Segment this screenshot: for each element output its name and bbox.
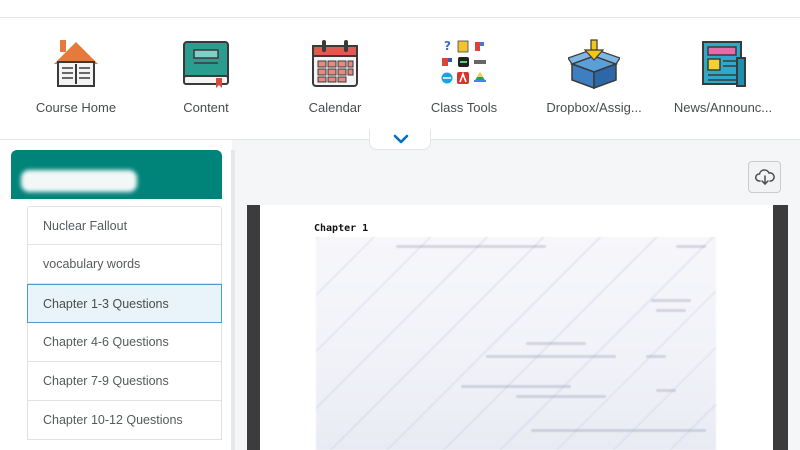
panel-resize-handle[interactable]	[231, 150, 235, 450]
nav-dropbox[interactable]: Dropbox/Assig...	[529, 38, 659, 138]
cloud-download-icon	[755, 169, 775, 185]
content-book-icon	[183, 41, 229, 88]
course-name-redacted	[21, 170, 137, 192]
page-heading: Chapter 1	[314, 223, 369, 234]
download-button[interactable]	[748, 161, 781, 193]
chevron-down-icon	[393, 134, 409, 144]
document-page: Chapter 1	[260, 205, 773, 450]
calendar-icon	[312, 40, 358, 87]
svg-text:?: ?	[444, 39, 451, 53]
table-of-contents: Nuclear Fallout vocabulary words Chapter…	[27, 206, 222, 440]
nav-label: News/Announc...	[673, 100, 773, 115]
course-home-icon	[54, 40, 98, 87]
course-navbar: Course Home Content Calendar ? Class Too…	[0, 18, 800, 140]
page-scan-image	[316, 237, 716, 450]
nav-news[interactable]: News/Announc...	[658, 38, 788, 138]
toc-item-chapter-7-9-questions[interactable]: Chapter 7-9 Questions	[27, 362, 222, 401]
nav-class-tools[interactable]: ? Class Tools	[399, 38, 529, 138]
nav-label: Class Tools	[430, 100, 498, 115]
nav-calendar[interactable]: Calendar	[270, 38, 400, 138]
nav-label: Content	[183, 100, 229, 115]
top-bar	[0, 0, 800, 18]
nav-course-home[interactable]: Course Home	[11, 38, 141, 138]
toc-item-chapter-10-12-questions[interactable]: Chapter 10-12 Questions	[27, 401, 222, 440]
toc-item-nuclear-fallout[interactable]: Nuclear Fallout	[27, 206, 222, 245]
news-icon	[702, 41, 746, 87]
class-tools-grid-icon: ?	[441, 39, 486, 84]
toc-item-vocabulary-words[interactable]: vocabulary words	[27, 245, 222, 284]
nav-label: Course Home	[35, 100, 117, 115]
nav-content[interactable]: Content	[141, 38, 271, 138]
toc-item-chapter-4-6-questions[interactable]: Chapter 4-6 Questions	[27, 323, 222, 362]
dropbox-icon	[568, 39, 620, 90]
nav-label: Dropbox/Assig...	[546, 100, 642, 115]
toc-item-chapter-1-3-questions[interactable]: Chapter 1-3 Questions	[27, 284, 222, 323]
collapse-navbar-button[interactable]	[369, 130, 431, 150]
nav-label: Calendar	[308, 100, 362, 115]
